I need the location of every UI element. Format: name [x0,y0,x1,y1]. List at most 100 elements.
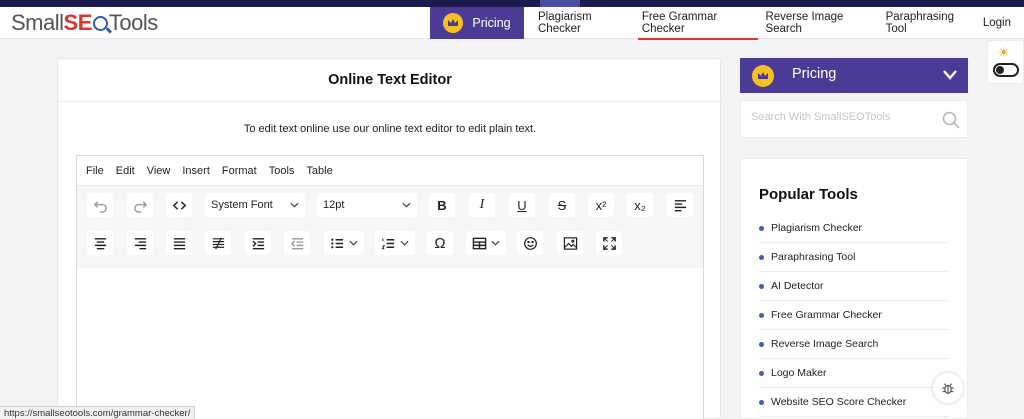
emoji-button[interactable] [517,231,543,255]
logo-text-seo: SE [64,10,109,36]
menu-edit[interactable]: Edit [116,165,135,177]
top-banner-strip [0,0,1024,7]
chevron-down-icon [943,70,957,80]
source-code-button[interactable] [166,193,192,217]
nav-link-paraphrasing-tool[interactable]: Paraphrasing Tool [886,7,970,39]
tool-link-website-seo-score-checker[interactable]: Website SEO Score Checker [759,388,950,417]
clear-format-icon [212,237,224,249]
page-subtitle: To edit text online use our online text … [243,123,537,135]
justify-button[interactable] [166,231,192,255]
menu-file[interactable]: File [86,165,104,177]
align-left-icon [674,199,686,211]
align-left-button[interactable] [667,193,693,217]
editor-card: Online Text Editor To edit text online u… [57,58,722,419]
menu-view[interactable]: View [147,165,171,177]
underline-button[interactable]: U [509,193,535,217]
menu-table[interactable]: Table [306,165,332,177]
sidebar-pricing-button[interactable]: Pricing [740,58,968,93]
image-icon [563,236,577,250]
banner-glow [540,0,580,7]
table-icon [472,237,487,249]
tool-link-reverse-image-search[interactable]: Reverse Image Search [759,330,950,359]
fullscreen-icon [602,236,616,250]
justify-icon [173,237,185,249]
superscript-button[interactable]: x² [588,193,614,217]
menu-tools[interactable]: Tools [269,165,295,177]
chevron-down-icon [349,240,358,246]
magnifier-icon [92,15,108,31]
browser-status-url: https://smallseotools.com/grammar-checke… [0,406,196,419]
align-center-icon [94,237,106,249]
crown-icon [443,13,464,33]
tool-link-plagiarism-checker[interactable]: Plagiarism Checker [759,214,950,243]
table-select[interactable] [466,231,506,255]
undo-button[interactable] [87,193,113,217]
numbered-list-select[interactable] [375,231,415,255]
toggle-knob [996,66,1004,74]
nav-link-reverse-image-search[interactable]: Reverse Image Search [765,7,872,39]
redo-icon [133,200,147,213]
clear-format-button[interactable] [205,231,231,255]
nav-link-login[interactable]: Login [983,7,1011,39]
editor-menubar: File Edit View Insert Format Tools Table [77,156,703,186]
undo-icon [93,200,107,213]
nav-link-free-grammar-checker[interactable]: Free Grammar Checker [637,7,759,40]
menu-format[interactable]: Format [222,165,257,177]
indent-button[interactable] [245,231,271,255]
tool-link-paraphrasing-tool[interactable]: Paraphrasing Tool [759,243,950,272]
font-size-select[interactable]: 12pt [317,193,417,217]
bold-button[interactable]: B [429,193,455,217]
omega-icon: Ω [434,234,446,252]
search-icon[interactable] [941,110,961,130]
insert-image-button[interactable] [557,231,583,255]
chevron-down-icon [400,240,409,246]
dark-mode-toggle[interactable] [993,63,1019,77]
subscript-button[interactable]: x₂ [627,193,653,217]
tool-link-free-grammar-checker[interactable]: Free Grammar Checker [759,301,950,330]
outdent-button[interactable] [284,231,310,255]
italic-button[interactable]: I [469,193,495,217]
italic-icon: I [479,197,485,212]
popular-tools-list: Plagiarism Checker Paraphrasing Tool AI … [759,214,950,417]
nav-link-plagiarism-checker[interactable]: Plagiarism Checker [538,7,629,39]
sidebar-pricing-label: Pricing [792,66,837,82]
page-title: Online Text Editor [58,59,722,102]
top-navbar: Small SE Tools Pricing Plagiarism Checke… [0,7,1024,40]
numbered-list-icon [381,237,395,249]
outdent-icon [290,237,303,249]
text-editor: File Edit View Insert Format Tools Table… [76,155,704,419]
logo-text-small: Small [11,10,64,35]
logo-text-tools: Tools [108,10,158,35]
align-right-icon [134,237,146,249]
editor-content-area[interactable] [77,268,703,419]
site-logo[interactable]: Small SE Tools [11,10,158,36]
tool-link-logo-maker[interactable]: Logo Maker [759,359,950,388]
font-size-value: 12pt [323,199,345,211]
superscript-icon: x² [595,197,607,213]
search-input[interactable] [751,111,931,123]
align-right-button[interactable] [127,231,153,255]
special-char-button[interactable]: Ω [427,231,453,255]
popular-tools-title: Popular Tools [759,186,858,203]
nav-pricing-button[interactable]: Pricing [430,7,524,39]
bold-icon: B [437,197,447,213]
bullet-list-icon [331,238,344,248]
underline-icon: U [517,197,527,213]
align-center-button[interactable] [87,231,113,255]
theme-toggle-panel: ☀ [987,40,1024,84]
nav-links: Plagiarism Checker Free Grammar Checker … [538,7,1024,40]
bullet-list-select[interactable] [324,231,364,255]
bug-icon [942,383,954,394]
report-bug-button[interactable] [933,373,963,403]
font-family-select[interactable]: System Font [205,193,305,217]
fullscreen-button[interactable] [596,231,622,255]
subscript-icon: x₂ [634,197,646,213]
strikethrough-icon: S [557,197,567,213]
menu-insert[interactable]: Insert [182,165,210,177]
strikethrough-button[interactable]: S [549,193,575,217]
tool-link-ai-detector[interactable]: AI Detector [759,272,950,301]
crown-icon [752,65,774,87]
font-family-value: System Font [211,199,273,211]
redo-button[interactable] [127,193,153,217]
sun-icon: ☀ [998,45,1010,60]
